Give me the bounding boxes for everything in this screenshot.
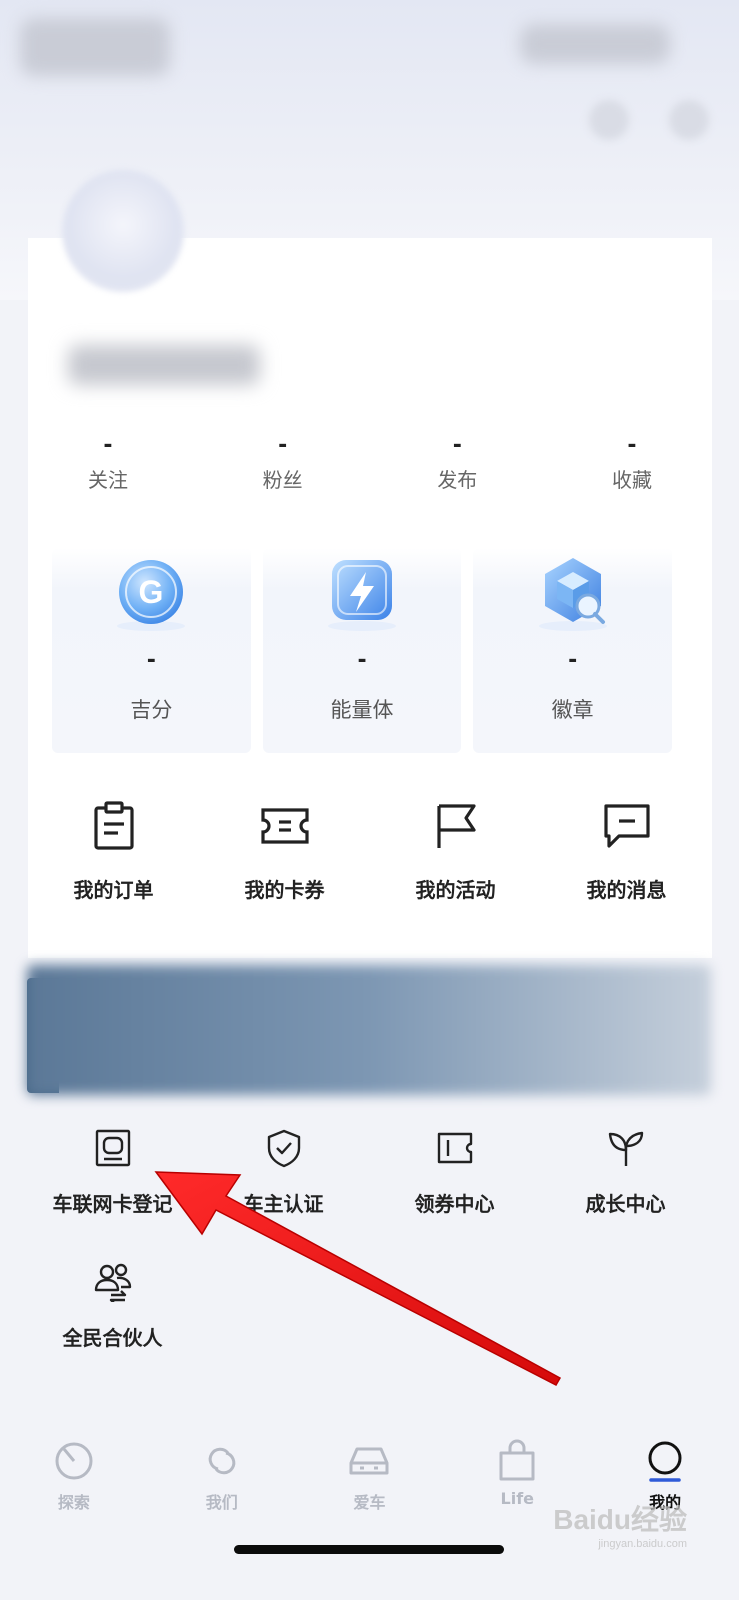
shopping-bag-icon bbox=[499, 1439, 535, 1481]
service-label: 车主认证 bbox=[243, 1192, 324, 1216]
tab-label: 探索 bbox=[57, 1493, 90, 1512]
promo-banner-blurred[interactable] bbox=[27, 965, 711, 1095]
watermark-main: Baidu经验 bbox=[553, 1504, 687, 1535]
stat-label: 收藏 bbox=[611, 468, 652, 492]
badge-cube-icon bbox=[538, 558, 607, 631]
service-label: 全民合伙人 bbox=[62, 1326, 163, 1350]
service-label: 领券中心 bbox=[414, 1192, 495, 1216]
my-activities-button[interactable]: 我的活动 bbox=[370, 800, 541, 910]
link-icon bbox=[208, 1447, 235, 1475]
owner-verification-button[interactable]: 车主认证 bbox=[198, 1120, 369, 1254]
status-bar bbox=[0, 0, 739, 90]
stat-label: 发布 bbox=[437, 468, 478, 492]
ticket-icon bbox=[260, 808, 309, 844]
id-card-icon bbox=[95, 1129, 130, 1167]
tab-label: 爱车 bbox=[353, 1493, 386, 1512]
quick-label: 我的卡券 bbox=[244, 878, 325, 902]
avatar[interactable] bbox=[62, 170, 184, 292]
coin-letter: G bbox=[139, 574, 164, 610]
my-orders-button[interactable]: 我的订单 bbox=[28, 800, 199, 910]
sprout-icon bbox=[608, 1131, 643, 1166]
partner-program-button[interactable]: 全民合伙人 bbox=[27, 1254, 198, 1388]
growth-center-button[interactable]: 成长中心 bbox=[540, 1120, 711, 1254]
settings-icon[interactable] bbox=[669, 100, 709, 140]
tab-explore[interactable]: 探索 bbox=[0, 1425, 148, 1535]
tile-jifen[interactable]: G - 吉分 bbox=[52, 548, 251, 753]
watermark-sub: jingyan.baidu.com bbox=[598, 1538, 687, 1550]
my-coupons-button[interactable]: 我的卡券 bbox=[199, 800, 370, 910]
tile-label: 吉分 bbox=[130, 698, 173, 722]
coupon-icon bbox=[437, 1132, 472, 1164]
asset-tiles: G - 吉分 - 能量体 - 徽章 bbox=[52, 548, 673, 753]
tile-value: - bbox=[357, 648, 367, 673]
stat-followers[interactable]: - 粉丝 bbox=[243, 428, 323, 508]
profile-circle-icon bbox=[648, 1441, 682, 1482]
tab-label: 我们 bbox=[205, 1493, 238, 1512]
stat-favorites[interactable]: - 收藏 bbox=[592, 428, 672, 508]
services-row: 车联网卡登记 车主认证 领券中心 成长中心 bbox=[27, 1120, 711, 1254]
stat-value: - bbox=[627, 433, 637, 458]
status-indicators-blurred bbox=[520, 24, 670, 64]
service-label: 成长中心 bbox=[585, 1192, 666, 1216]
clipboard-icon bbox=[93, 801, 134, 850]
my-messages-button[interactable]: 我的消息 bbox=[541, 800, 712, 910]
tab-us[interactable]: 我们 bbox=[148, 1425, 296, 1535]
quick-label: 我的消息 bbox=[586, 878, 667, 902]
coupon-center-button[interactable]: 领券中心 bbox=[369, 1120, 540, 1254]
service-label: 车联网卡登记 bbox=[52, 1192, 173, 1216]
message-icon bbox=[603, 804, 650, 848]
tile-value: - bbox=[146, 648, 156, 673]
stats-row: - 关注 - 粉丝 - 发布 - 收藏 bbox=[28, 428, 712, 508]
stat-value: - bbox=[278, 433, 288, 458]
watermark: Baidu经验 jingyan.baidu.com bbox=[553, 1498, 687, 1550]
header-actions bbox=[589, 100, 709, 140]
stat-following[interactable]: - 关注 bbox=[68, 428, 148, 508]
shield-check-icon bbox=[267, 1129, 300, 1168]
scan-icon[interactable] bbox=[589, 100, 629, 140]
tile-label: 徽章 bbox=[551, 698, 594, 722]
tile-badges[interactable]: - 徽章 bbox=[473, 548, 673, 753]
home-indicator bbox=[234, 1545, 504, 1554]
iot-card-register-button[interactable]: 车联网卡登记 bbox=[27, 1120, 198, 1254]
stat-label: 关注 bbox=[88, 468, 128, 492]
coin-icon: G bbox=[117, 560, 186, 631]
quick-label: 我的订单 bbox=[73, 878, 154, 902]
stat-value: - bbox=[103, 433, 113, 458]
username-blurred bbox=[68, 345, 260, 385]
flag-icon bbox=[436, 804, 476, 848]
stat-posts[interactable]: - 发布 bbox=[417, 428, 497, 508]
tab-car[interactable]: 爱车 bbox=[296, 1425, 444, 1535]
quick-label: 我的活动 bbox=[415, 878, 496, 902]
tile-label: 能量体 bbox=[330, 698, 394, 722]
lightning-icon bbox=[328, 560, 396, 631]
car-icon bbox=[349, 1447, 389, 1475]
explore-icon bbox=[55, 1442, 93, 1480]
status-time-blurred bbox=[20, 18, 170, 76]
tile-energy[interactable]: - 能量体 bbox=[262, 548, 462, 753]
services-grid: 车联网卡登记 车主认证 领券中心 成长中心 全民合伙人 bbox=[27, 1120, 711, 1388]
stat-value: - bbox=[452, 433, 462, 458]
partners-icon bbox=[94, 1263, 131, 1302]
services-row: 全民合伙人 bbox=[27, 1254, 711, 1388]
quick-actions: 我的订单 我的卡券 我的活动 我的消息 bbox=[28, 800, 712, 910]
tile-value: - bbox=[568, 648, 578, 673]
stat-label: 粉丝 bbox=[262, 468, 303, 492]
